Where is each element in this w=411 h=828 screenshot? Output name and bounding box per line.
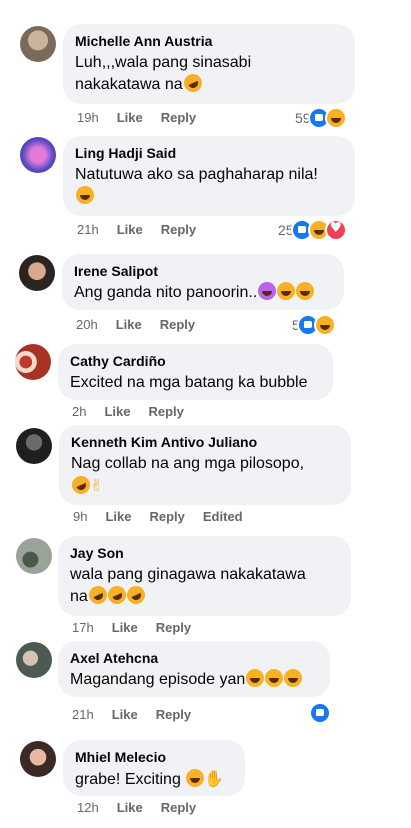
- avatar[interactable]: [20, 26, 56, 62]
- like-button[interactable]: Like: [112, 620, 138, 635]
- comment-author[interactable]: Axel Atehcna: [70, 649, 318, 667]
- avatar[interactable]: [15, 344, 51, 380]
- like-button[interactable]: Like: [117, 110, 143, 125]
- like-reaction-icon: [309, 702, 331, 724]
- comment-author[interactable]: Mhiel Melecio: [75, 748, 233, 766]
- comment-time[interactable]: 19h: [77, 110, 99, 125]
- comment-author[interactable]: Jay Son: [70, 544, 339, 562]
- avatar[interactable]: [16, 538, 52, 574]
- star-struck-emoji-icon: [258, 282, 277, 300]
- like-button[interactable]: Like: [116, 317, 142, 332]
- comment-bubble: Jay Son wala pang ginagawa nakakatawa na: [58, 536, 351, 616]
- reply-button[interactable]: Reply: [160, 317, 195, 332]
- avatar[interactable]: [16, 428, 52, 464]
- ok-hand-emoji-icon: ✋: [204, 769, 225, 788]
- comment-time[interactable]: 20h: [76, 317, 98, 332]
- reply-button[interactable]: Reply: [161, 110, 196, 125]
- joy-emoji-icon: [246, 669, 265, 687]
- comment-bubble: Irene Salipot Ang ganda nito panoorin..: [62, 254, 344, 310]
- reaction-summary[interactable]: [309, 702, 331, 724]
- comment-actions: 21h Like Reply: [77, 222, 214, 238]
- rofl-emoji-icon: [123, 583, 148, 607]
- joy-emoji-icon: [265, 669, 284, 687]
- haha-reaction-icon: [313, 314, 336, 336]
- joy-emoji-icon: [186, 769, 205, 787]
- comment-bubble: Cathy Cardiño Excited na mga batang ka b…: [58, 344, 333, 400]
- comment-time[interactable]: 17h: [72, 620, 94, 635]
- comment-text: Nag collab na ang mga pilosopo, ✌: [69, 455, 305, 497]
- comment-actions: 17h Like Reply: [72, 620, 209, 636]
- comment-text: Excited na mga batang ka bubble: [70, 374, 308, 391]
- comment-bubble: Ling Hadji Said Natutuwa ako sa paghahar…: [63, 136, 355, 216]
- rofl-emoji-icon: [180, 71, 205, 95]
- comment-author[interactable]: Irene Salipot: [74, 262, 332, 280]
- reply-button[interactable]: Reply: [161, 222, 196, 237]
- like-button[interactable]: Like: [104, 404, 130, 419]
- like-button[interactable]: Like: [117, 800, 143, 815]
- avatar[interactable]: [20, 137, 56, 173]
- comment-text: Ang ganda nito panoorin..: [74, 282, 332, 304]
- comment-actions: 12h Like Reply: [77, 800, 214, 816]
- victory-hand-emoji-icon: ✌: [90, 476, 104, 495]
- comment-actions: 2h Like Reply: [72, 404, 202, 420]
- joy-emoji-icon: [284, 669, 303, 687]
- comment-time[interactable]: 21h: [72, 707, 94, 722]
- joy-emoji-icon: [277, 282, 296, 300]
- reaction-summary[interactable]: 59: [295, 107, 347, 129]
- rofl-emoji-icon: [104, 583, 129, 607]
- reaction-summary[interactable]: 25: [278, 219, 347, 241]
- comment-actions: 20h Like Reply: [76, 317, 213, 333]
- comment-text: Natutuwa ako sa paghaharap nila!: [75, 164, 343, 208]
- comment-time[interactable]: 21h: [77, 222, 99, 237]
- comment-text: Luh,,,wala pang sinasabi nakakatawa na: [75, 54, 252, 95]
- comment-text: Magandang episode yan: [70, 669, 318, 691]
- comment-author[interactable]: Kenneth Kim Antivo Juliano: [71, 433, 339, 451]
- avatar[interactable]: [20, 741, 56, 777]
- rofl-emoji-icon: [85, 583, 110, 607]
- avatar[interactable]: [19, 255, 55, 291]
- joy-emoji-icon: [76, 186, 94, 204]
- comment-author[interactable]: Michelle Ann Austria: [75, 32, 343, 50]
- like-button[interactable]: Like: [112, 707, 138, 722]
- reply-button[interactable]: Reply: [149, 509, 184, 524]
- comment-time[interactable]: 9h: [73, 509, 87, 524]
- haha-reaction-icon: [324, 107, 347, 129]
- reply-button[interactable]: Reply: [156, 620, 191, 635]
- reaction-summary[interactable]: 5: [292, 314, 336, 336]
- comment-bubble: Kenneth Kim Antivo Juliano Nag collab na…: [59, 425, 351, 505]
- joy-emoji-icon: [296, 282, 315, 300]
- reply-button[interactable]: Reply: [161, 800, 196, 815]
- comment-text: grabe! Exciting ✋: [75, 769, 225, 788]
- comment-actions: 9h Like Reply Edited: [73, 509, 261, 525]
- comment-actions: 21h Like Reply: [72, 707, 209, 723]
- avatar[interactable]: [16, 642, 52, 678]
- comment-text: wala pang ginagawa nakakatawa na: [70, 566, 306, 607]
- comment-author[interactable]: Cathy Cardiño: [70, 352, 321, 370]
- comment-bubble: Axel Atehcna Magandang episode yan: [58, 641, 330, 697]
- like-button[interactable]: Like: [105, 509, 131, 524]
- comment-bubble: Mhiel Melecio grabe! Exciting ✋: [63, 740, 245, 796]
- reply-button[interactable]: Reply: [156, 707, 191, 722]
- comment-time[interactable]: 2h: [72, 404, 86, 419]
- comment-author[interactable]: Ling Hadji Said: [75, 144, 343, 162]
- love-reaction-icon: [324, 219, 347, 241]
- edited-label[interactable]: Edited: [203, 509, 243, 524]
- reply-button[interactable]: Reply: [148, 404, 183, 419]
- like-button[interactable]: Like: [117, 222, 143, 237]
- comment-actions: 19h Like Reply: [77, 110, 214, 126]
- comment-time[interactable]: 12h: [77, 800, 99, 815]
- comment-bubble: Michelle Ann Austria Luh,,,wala pang sin…: [63, 24, 355, 104]
